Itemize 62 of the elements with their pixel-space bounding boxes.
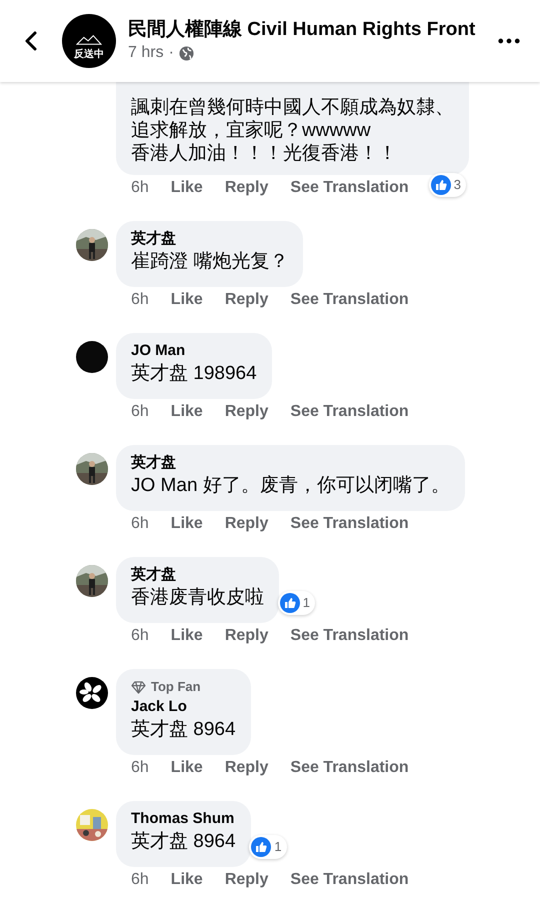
comment-action-link[interactable]: Reply <box>224 512 268 536</box>
commenter-name[interactable]: 英才盘 <box>131 453 450 473</box>
comment-text: 香港人加油！！！光復香港！！ <box>131 142 398 165</box>
globe-icon <box>178 46 194 60</box>
comment-action-link[interactable]: Reply <box>224 624 268 648</box>
comment-action-link[interactable]: See Translation <box>290 400 409 424</box>
comment-text: 英才盘 198964 <box>131 362 257 386</box>
comment-action-link[interactable]: See Translation <box>290 624 409 648</box>
comment-action-link[interactable]: Reply <box>224 756 268 780</box>
commenter-name[interactable]: 英才盘 <box>131 229 288 249</box>
reaction-count[interactable]: 3 <box>428 173 466 197</box>
comment-action-link[interactable]: Like <box>170 624 203 648</box>
post-time: 7 hrs <box>128 43 164 63</box>
comment-text: 追求解放，宜家呢？wwwww <box>131 119 372 142</box>
comment-time: 6h <box>131 178 149 198</box>
comment-action-link[interactable]: See Translation <box>290 512 409 536</box>
avatar[interactable] <box>76 341 108 373</box>
comment-time: 6h <box>131 626 149 646</box>
back-icon <box>25 31 37 51</box>
comment-action-link[interactable]: Like <box>170 512 203 536</box>
comment-text: 英才盘 8964 <box>131 830 236 854</box>
commenter-name[interactable]: Thomas Shum <box>131 809 236 829</box>
comment-action-link[interactable]: Like <box>170 288 203 312</box>
comment-action-link[interactable]: Like <box>170 756 203 780</box>
comment-action-link[interactable]: See Translation <box>290 756 409 780</box>
comment-text: 香港废青收皮啦 <box>131 586 264 610</box>
comment-text: 英才盘 8964 <box>131 718 236 742</box>
page-name[interactable]: 民間人權陣線 Civil Human Rights Front <box>128 18 476 42</box>
flower-avatar[interactable] <box>76 677 108 709</box>
comment-action-link[interactable]: Reply <box>224 868 268 892</box>
commenter-name[interactable]: JO Man <box>131 341 257 361</box>
separator-dot: · <box>168 43 174 63</box>
comment-action-link[interactable]: Reply <box>224 400 268 424</box>
comment-action-link[interactable]: Like <box>170 868 203 892</box>
comment-text: 諷刺在曾幾何時中國人不願成為奴隸、 <box>131 96 454 119</box>
commenter-name[interactable]: Jack Lo <box>131 697 236 717</box>
mountain-logo-icon <box>76 34 102 46</box>
comment-time: 6h <box>131 870 149 890</box>
comment-action-link[interactable]: Like <box>170 400 203 424</box>
comment-time: 6h <box>131 290 149 310</box>
comment-action-link[interactable]: Reply <box>224 288 268 312</box>
diamond-icon <box>131 680 146 694</box>
comment-time: 6h <box>131 402 149 422</box>
comment-action-link[interactable]: See Translation <box>290 176 409 200</box>
comment-time: 6h <box>131 758 149 778</box>
comment-text: 崔踦澄 嘴炮光复？ <box>131 250 288 274</box>
comment-action-link[interactable]: Reply <box>224 176 268 200</box>
comment-action-link[interactable]: See Translation <box>290 868 409 892</box>
comment-text: JO Man 好了。废青，你可以闭嘴了。 <box>131 474 450 498</box>
reaction-count[interactable]: 1 <box>249 835 287 859</box>
top-fan-label: Top Fan <box>151 678 201 696</box>
like-reaction-icon <box>251 837 272 857</box>
reaction-count[interactable]: 1 <box>278 591 315 615</box>
like-reaction-icon <box>280 593 300 613</box>
comment-time: 6h <box>131 514 149 534</box>
comment-action-link[interactable]: Like <box>170 176 203 200</box>
avatar-label: 反送中 <box>74 50 104 60</box>
more-icon[interactable] <box>498 38 520 44</box>
like-reaction-icon <box>430 175 451 195</box>
page-avatar[interactable]: 反送中 <box>62 14 116 68</box>
comment-action-link[interactable]: See Translation <box>290 288 409 312</box>
commenter-name[interactable]: 英才盘 <box>131 565 264 585</box>
